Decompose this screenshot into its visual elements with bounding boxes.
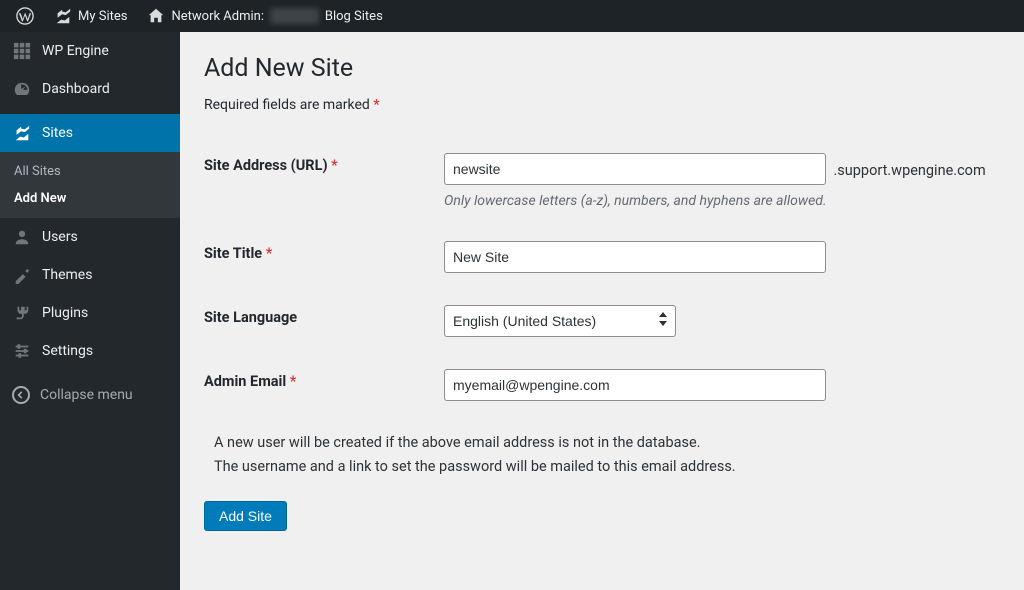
main-content: Add New Site Required fields are marked …	[180, 32, 1024, 590]
site-address-domain-suffix: .support.wpengine.com	[833, 162, 985, 179]
required-note: Required fields are marked *	[204, 97, 1000, 113]
page-title: Add New Site	[204, 54, 1000, 83]
users-icon	[12, 228, 32, 246]
sidebar-item-label: Sites	[42, 125, 73, 141]
row-admin-email: Admin Email *	[204, 353, 1000, 417]
multisite-icon	[12, 124, 32, 142]
sidebar-item-label: Dashboard	[42, 81, 110, 97]
wordpress-logo-icon	[16, 7, 34, 25]
collapse-label: Collapse menu	[40, 387, 133, 403]
wp-logo-menu[interactable]	[8, 0, 42, 32]
topbar-network-suffix: Blog Sites	[325, 9, 383, 24]
sidebar-item-plugins[interactable]: Plugins	[0, 294, 180, 332]
site-language-select[interactable]: English (United States)	[444, 305, 676, 337]
label-admin-email: Admin Email *	[204, 353, 444, 417]
sidebar-item-label: Themes	[42, 267, 92, 283]
site-address-input[interactable]	[444, 153, 826, 185]
sidebar-item-themes[interactable]: Themes	[0, 256, 180, 294]
row-site-title: Site Title *	[204, 225, 1000, 289]
sidebar-item-wp-engine[interactable]: WP Engine	[0, 32, 180, 70]
sidebar-item-label: Plugins	[42, 305, 88, 321]
submenu-add-new[interactable]: Add New	[0, 185, 180, 212]
label-site-address: Site Address (URL) *	[204, 137, 444, 225]
sidebar-item-label: WP Engine	[42, 43, 109, 59]
topbar-my-sites-label: My Sites	[78, 9, 127, 24]
admin-email-input[interactable]	[444, 369, 826, 401]
admin-topbar: My Sites Network Admin: ████ Blog Sites	[0, 0, 1024, 32]
sidebar-item-dashboard[interactable]: Dashboard	[0, 70, 180, 108]
admin-email-hint: A new user will be created if the above …	[214, 431, 1000, 479]
sidebar-item-label: Settings	[42, 343, 93, 359]
multisite-icon	[54, 7, 72, 25]
wpengine-icon	[12, 42, 32, 60]
topbar-my-sites[interactable]: My Sites	[46, 0, 135, 32]
topbar-network-admin[interactable]: Network Admin: ████ Blog Sites	[139, 0, 390, 32]
settings-icon	[12, 342, 32, 360]
admin-sidebar: WP Engine Dashboard Sites All Sites Add …	[0, 32, 180, 590]
topbar-network-prefix: Network Admin:	[171, 9, 264, 24]
sidebar-item-sites[interactable]: Sites	[0, 114, 180, 152]
form-table: Site Address (URL) * .support.wpengine.c…	[204, 137, 1000, 417]
submenu-all-sites[interactable]: All Sites	[0, 158, 180, 185]
site-address-description: Only lowercase letters (a-z), numbers, a…	[444, 193, 990, 209]
add-site-button[interactable]: Add Site	[204, 501, 287, 531]
row-site-language: Site Language English (United States)	[204, 289, 1000, 353]
dashboard-icon	[12, 80, 32, 98]
topbar-network-name-obscured: ████	[270, 8, 319, 24]
sidebar-submenu-sites: All Sites Add New	[0, 152, 180, 218]
sidebar-item-settings[interactable]: Settings	[0, 332, 180, 370]
home-icon	[147, 7, 165, 25]
collapse-menu[interactable]: Collapse menu	[0, 376, 180, 414]
plugins-icon	[12, 304, 32, 322]
label-site-title: Site Title *	[204, 225, 444, 289]
site-title-input[interactable]	[444, 241, 826, 273]
appearance-icon	[12, 266, 32, 284]
label-site-language: Site Language	[204, 289, 444, 353]
sidebar-item-label: Users	[42, 229, 78, 245]
required-asterisk: *	[373, 97, 379, 113]
collapse-icon	[12, 386, 30, 404]
sidebar-item-users[interactable]: Users	[0, 218, 180, 256]
row-site-address: Site Address (URL) * .support.wpengine.c…	[204, 137, 1000, 225]
